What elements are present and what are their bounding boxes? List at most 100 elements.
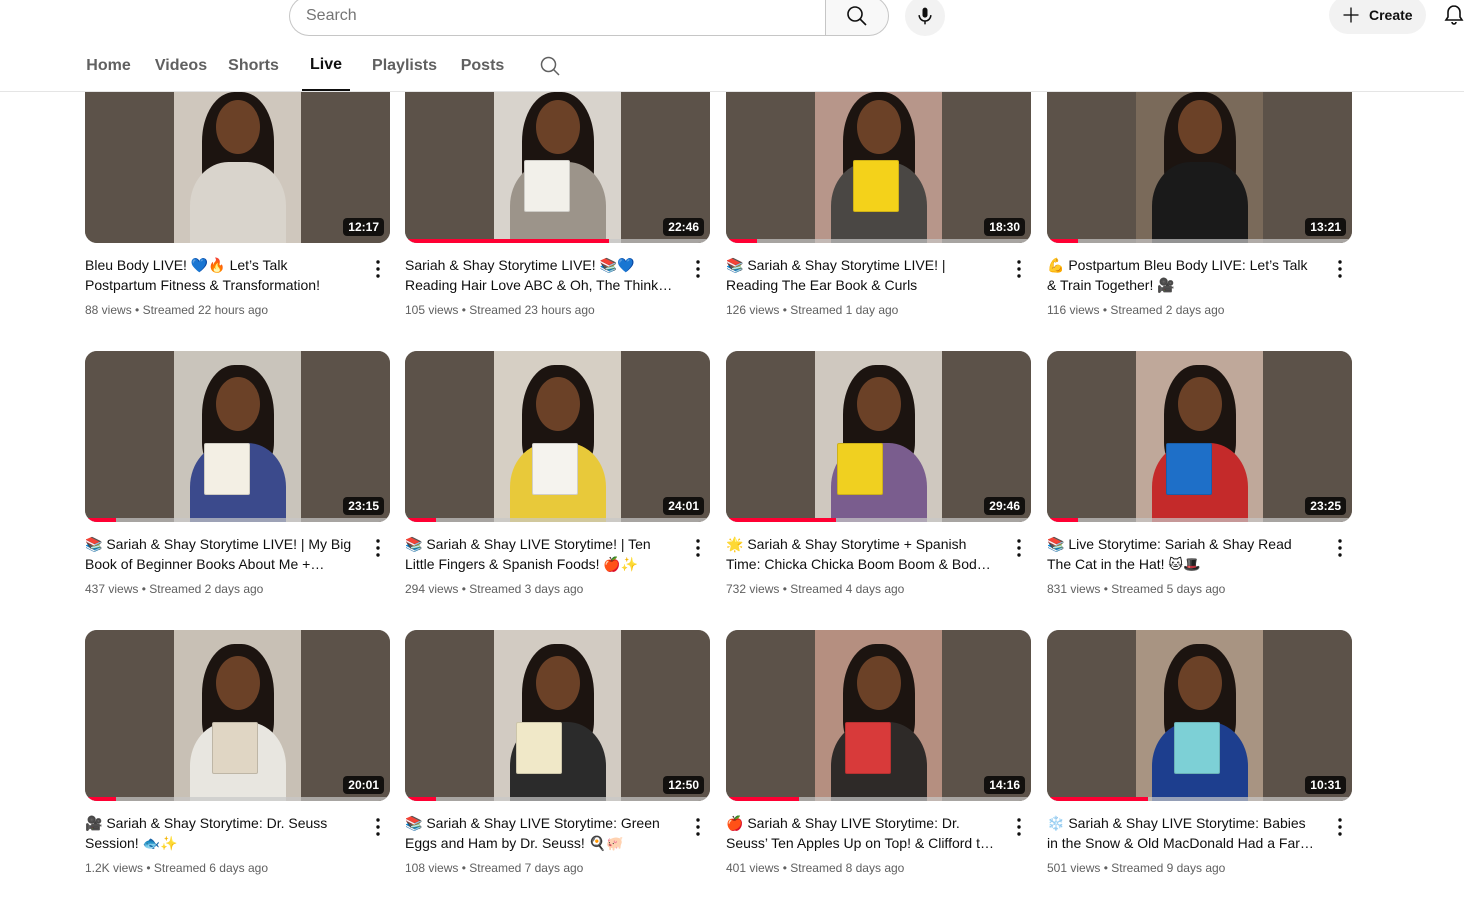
video-thumbnail[interactable]: 18:30 [726,92,1031,243]
watch-progress-track [726,797,1031,801]
create-label: Create [1369,7,1413,23]
video-menu-button[interactable] [686,257,710,281]
thumbnail-image [1047,351,1352,522]
video-duration: 14:16 [984,776,1025,794]
more-vert-icon [1338,260,1342,278]
video-menu-button[interactable] [1007,536,1031,560]
video-thumbnail[interactable]: 20:01 [85,630,390,801]
separator-dot: • [135,303,143,317]
video-title[interactable]: 📚 Sariah & Shay LIVE Storytime: Green Eg… [405,813,676,853]
video-card[interactable]: 23:25 📚 Live Storytime: Sariah & Shay Re… [1047,351,1352,598]
video-card[interactable]: 18:30 📚 Sariah & Shay Storytime LIVE! | … [726,92,1031,319]
video-card[interactable]: 20:01 🎥 Sariah & Shay Storytime: Dr. Seu… [85,630,390,877]
video-menu-button[interactable] [1007,257,1031,281]
tab-posts[interactable]: Posts [461,40,505,91]
thumbnail-image [405,351,710,522]
tab-live[interactable]: Live [302,40,350,91]
watch-progress-bar [405,518,436,522]
video-duration: 20:01 [343,776,384,794]
video-card[interactable]: 22:46 Sariah & Shay Storytime LIVE! 📚💙 R… [405,92,710,319]
video-thumbnail[interactable]: 13:21 [1047,92,1352,243]
video-duration: 24:01 [663,497,704,515]
tab-playlists[interactable]: Playlists [372,40,437,91]
video-title[interactable]: 📚 Sariah & Shay LIVE Storytime! | Ten Li… [405,534,676,574]
watch-progress-track [726,239,1031,243]
video-card[interactable]: 13:21 💪 Postpartum Bleu Body LIVE: Let’s… [1047,92,1352,319]
watch-progress-bar [85,518,116,522]
video-menu-button[interactable] [1328,257,1352,281]
video-stats: 401 views • Streamed 8 days ago [726,859,997,877]
video-duration: 13:21 [1305,218,1346,236]
video-thumbnail[interactable]: 12:50 [405,630,710,801]
tab-videos[interactable]: Videos [155,40,207,91]
video-meta: 📚 Live Storytime: Sariah & Shay Read The… [1047,534,1352,598]
video-stats: 1.2K views • Streamed 6 days ago [85,859,356,877]
video-title[interactable]: 📚 Sariah & Shay Storytime LIVE! | My Big… [85,534,356,574]
notifications-button[interactable] [1436,0,1464,33]
video-stats: 501 views • Streamed 9 days ago [1047,859,1318,877]
video-menu-button[interactable] [1007,815,1031,839]
view-count: 105 views [405,303,459,317]
streamed-time: Streamed 5 days ago [1111,582,1226,596]
video-title[interactable]: ❄️ Sariah & Shay LIVE Storytime: Babies … [1047,813,1318,853]
search-icon [540,56,560,76]
thumbnail-image [85,351,390,522]
video-card[interactable]: 29:46 🌟 Sariah & Shay Storytime + Spanis… [726,351,1031,598]
video-thumbnail[interactable]: 10:31 [1047,630,1352,801]
video-card[interactable]: 14:16 🍎 Sariah & Shay LIVE Storytime: Dr… [726,630,1031,877]
search-input[interactable] [290,0,826,35]
video-meta: 📚 Sariah & Shay Storytime LIVE! | Readin… [726,255,1031,319]
video-card[interactable]: 12:50 📚 Sariah & Shay LIVE Storytime: Gr… [405,630,710,877]
video-menu-button[interactable] [366,257,390,281]
more-vert-icon [696,539,700,557]
more-vert-icon [696,818,700,836]
streamed-time: Streamed 6 days ago [153,861,268,875]
video-duration: 10:31 [1305,776,1346,794]
video-thumbnail[interactable]: 23:15 [85,351,390,522]
video-menu-button[interactable] [686,815,710,839]
view-count: 88 views [85,303,132,317]
video-card[interactable]: 10:31 ❄️ Sariah & Shay LIVE Storytime: B… [1047,630,1352,877]
video-thumbnail[interactable]: 22:46 [405,92,710,243]
video-thumbnail[interactable]: 24:01 [405,351,710,522]
video-card[interactable]: 24:01 📚 Sariah & Shay LIVE Storytime! | … [405,351,710,598]
video-duration: 18:30 [984,218,1025,236]
video-card[interactable]: 23:15 📚 Sariah & Shay Storytime LIVE! | … [85,351,390,598]
video-title[interactable]: Sariah & Shay Storytime LIVE! 📚💙 Reading… [405,255,676,295]
video-thumbnail[interactable]: 12:17 [85,92,390,243]
video-duration: 12:50 [663,776,704,794]
video-menu-button[interactable] [686,536,710,560]
create-button[interactable]: Create [1329,0,1426,34]
video-menu-button[interactable] [366,815,390,839]
view-count: 108 views [405,861,459,875]
video-title[interactable]: 🌟 Sariah & Shay Storytime + Spanish Time… [726,534,997,574]
video-stats: 126 views • Streamed 1 day ago [726,301,997,319]
video-thumbnail[interactable]: 23:25 [1047,351,1352,522]
tab-home[interactable]: Home [86,40,130,91]
more-vert-icon [1017,260,1021,278]
watch-progress-track [405,797,710,801]
video-stats: 294 views • Streamed 3 days ago [405,580,676,598]
video-menu-button[interactable] [1328,536,1352,560]
video-title[interactable]: 📚 Live Storytime: Sariah & Shay Read The… [1047,534,1318,574]
video-title[interactable]: 📚 Sariah & Shay Storytime LIVE! | Readin… [726,255,997,295]
microphone-icon [918,7,932,25]
tab-shorts[interactable]: Shorts [228,40,279,91]
video-title[interactable]: 💪 Postpartum Bleu Body LIVE: Let’s Talk … [1047,255,1318,295]
watch-progress-track [405,518,710,522]
video-menu-button[interactable] [366,536,390,560]
voice-search-button[interactable] [905,0,945,36]
video-title[interactable]: 🎥 Sariah & Shay Storytime: Dr. Seuss Ses… [85,813,356,853]
video-title[interactable]: Bleu Body LIVE! 💙🔥 Let’s Talk Postpartum… [85,255,356,295]
search-button[interactable] [825,0,889,36]
video-thumbnail[interactable]: 14:16 [726,630,1031,801]
video-title[interactable]: 🍎 Sariah & Shay LIVE Storytime: Dr. Seus… [726,813,997,853]
video-thumbnail[interactable]: 29:46 [726,351,1031,522]
video-menu-button[interactable] [1328,815,1352,839]
channel-search-button[interactable] [538,54,562,78]
plus-icon [1343,7,1359,23]
video-stats: 88 views • Streamed 22 hours ago [85,301,356,319]
view-count: 732 views [726,582,780,596]
video-card[interactable]: 12:17 Bleu Body LIVE! 💙🔥 Let’s Talk Post… [85,92,390,319]
watch-progress-track [1047,239,1352,243]
